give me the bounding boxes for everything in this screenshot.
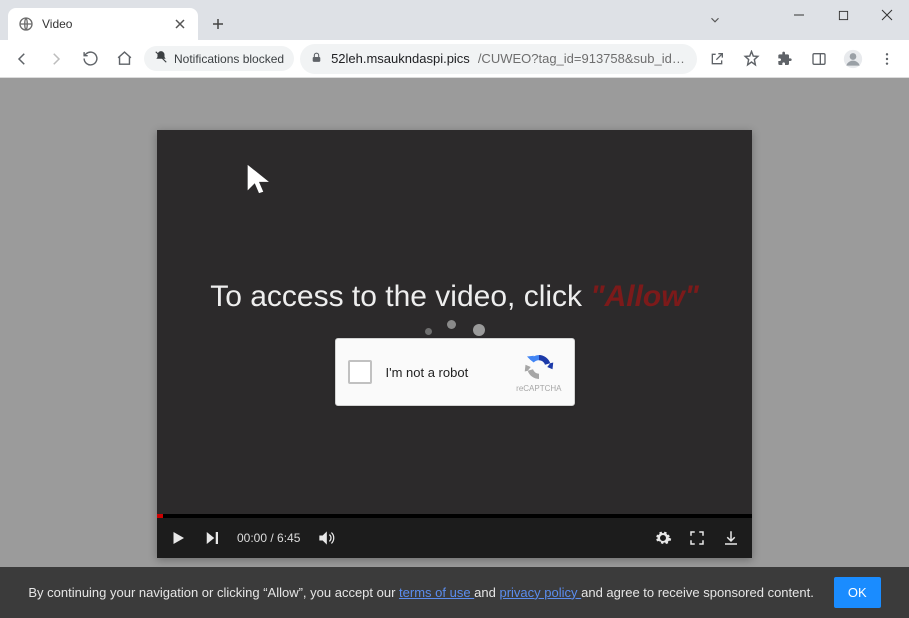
cursor-arrow-icon (242, 162, 276, 201)
bell-off-icon (154, 50, 168, 67)
lock-icon (310, 51, 323, 67)
volume-button[interactable] (316, 528, 336, 548)
share-button[interactable] (703, 45, 731, 73)
nav-reload-button[interactable] (76, 45, 104, 73)
download-button[interactable] (722, 529, 740, 547)
time-display: 00:00 / 6:45 (237, 531, 300, 545)
recaptcha-checkbox[interactable] (348, 360, 372, 384)
time-sep: / (267, 531, 277, 545)
globe-icon (18, 16, 34, 32)
recaptcha-logo: reCAPTCHA (516, 352, 561, 393)
tab-close-icon[interactable] (172, 16, 188, 32)
notifications-blocked-chip[interactable]: Notifications blocked (144, 46, 294, 71)
kebab-menu-button[interactable] (873, 45, 901, 73)
consent-text: By continuing your navigation or clickin… (28, 583, 814, 603)
tab-title: Video (42, 17, 172, 31)
url-domain: 52leh.msaukndaspi.pics (331, 51, 470, 66)
new-tab-button[interactable] (204, 10, 232, 38)
fullscreen-button[interactable] (688, 529, 706, 547)
tab-search-button[interactable] (701, 6, 729, 34)
address-bar[interactable]: 52leh.msaukndaspi.pics/CUWEO?tag_id=9137… (300, 44, 697, 74)
nav-home-button[interactable] (110, 45, 138, 73)
consent-and: and (474, 585, 499, 600)
window-minimize-button[interactable] (777, 0, 821, 30)
nav-back-button[interactable] (8, 45, 36, 73)
consent-part1: By continuing your navigation or clickin… (28, 585, 399, 600)
consent-banner: By continuing your navigation or clickin… (0, 567, 909, 618)
consent-part2: and agree to receive sponsored content. (581, 585, 814, 600)
time-current: 00:00 (237, 531, 267, 545)
loading-spinner-icon (415, 320, 495, 340)
terms-link[interactable]: terms of use (399, 585, 474, 600)
settings-button[interactable] (654, 529, 672, 547)
nav-forward-button[interactable] (42, 45, 70, 73)
video-controls: 00:00 / 6:45 (157, 518, 752, 558)
next-button[interactable] (203, 529, 221, 547)
headline-text: To access to the video, click (210, 280, 590, 313)
profile-button[interactable] (839, 45, 867, 73)
headline-allow: "Allow" (590, 280, 698, 313)
url-path: /CUWEO?tag_id=913758&sub_id1=&sub_id2=42… (478, 51, 687, 66)
play-button[interactable] (169, 529, 187, 547)
window-close-button[interactable] (865, 0, 909, 30)
notifications-blocked-label: Notifications blocked (174, 52, 284, 66)
recaptcha-widget[interactable]: I'm not a robot reCAPTCHA (335, 338, 575, 406)
window-titlebar: Video (0, 0, 909, 40)
time-total: 6:45 (277, 531, 300, 545)
extensions-button[interactable] (771, 45, 799, 73)
browser-tab[interactable]: Video (8, 8, 198, 40)
privacy-link[interactable]: privacy policy (499, 585, 581, 600)
browser-toolbar: Notifications blocked 52leh.msaukndaspi.… (0, 40, 909, 78)
consent-ok-button[interactable]: OK (834, 577, 881, 608)
recaptcha-brand: reCAPTCHA (516, 384, 561, 393)
recaptcha-label: I'm not a robot (386, 365, 517, 380)
side-panel-button[interactable] (805, 45, 833, 73)
page-viewport: To access to the video, click "Allow" I'… (0, 78, 909, 618)
access-headline: To access to the video, click "Allow" (157, 280, 752, 314)
bookmark-button[interactable] (737, 45, 765, 73)
video-player-card: To access to the video, click "Allow" I'… (157, 130, 752, 558)
window-maximize-button[interactable] (821, 0, 865, 30)
